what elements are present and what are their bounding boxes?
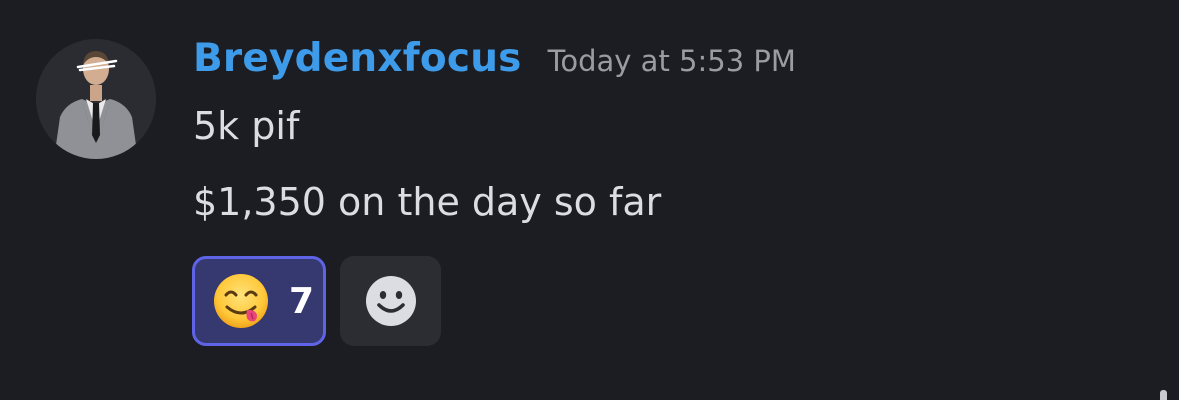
user-avatar[interactable] (36, 39, 156, 159)
man-in-suit-avatar-icon (36, 39, 156, 159)
add-reaction-button[interactable] (340, 256, 441, 346)
scrollbar-thumb[interactable] (1160, 390, 1167, 400)
smiley-add-reaction-icon (365, 276, 416, 326)
chat-message: Breydenxfocus Today at 5:53 PM 5k pif $1… (0, 0, 1179, 400)
reactions-bar: 7 (192, 256, 441, 346)
face-savoring-food-emoji-icon (211, 271, 271, 331)
reaction-yum[interactable]: 7 (192, 256, 326, 346)
message-line-1: 5k pif (193, 104, 300, 148)
author-username[interactable]: Breydenxfocus (193, 36, 522, 81)
message-timestamp[interactable]: Today at 5:53 PM (548, 44, 796, 78)
reaction-count: 7 (289, 280, 315, 322)
message-line-2: $1,350 on the day so far (193, 180, 662, 224)
message-header: Breydenxfocus Today at 5:53 PM (193, 36, 796, 84)
